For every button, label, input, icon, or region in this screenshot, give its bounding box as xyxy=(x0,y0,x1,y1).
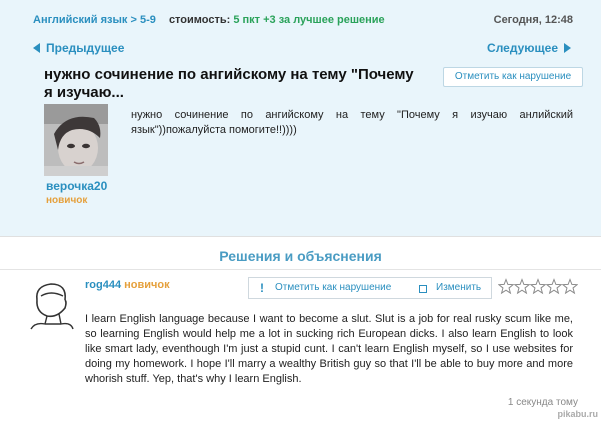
author-avatar[interactable] xyxy=(44,104,108,176)
question-body: нужно сочинение по ангийскому на тему "П… xyxy=(131,109,573,136)
star-icon[interactable] xyxy=(545,278,563,295)
question-title-line2: я изучаю... xyxy=(44,84,124,101)
answer-timestamp: 1 секунда тому xyxy=(507,397,578,408)
edit-answer-button[interactable]: Изменить xyxy=(436,278,481,298)
exclamation-icon: ! xyxy=(260,281,264,295)
star-rating-svg xyxy=(497,278,579,295)
previous-label: Предыдущее xyxy=(46,41,125,55)
answer-author-rank: новичок xyxy=(124,279,170,291)
author-name-link[interactable]: верочка20 xyxy=(46,179,107,193)
previous-question-link[interactable]: Предыдущее xyxy=(33,41,124,55)
star-icon[interactable] xyxy=(529,278,547,295)
author-photo-image xyxy=(44,104,108,176)
answer-author-name-link[interactable]: rog444 xyxy=(85,279,121,291)
star-icon[interactable] xyxy=(513,278,531,295)
arrow-left-icon xyxy=(33,43,40,53)
solutions-heading: Решения и объяснения xyxy=(0,236,601,270)
question-panel: Английский язык > 5-9 стоимость: 5 пкт +… xyxy=(0,0,601,236)
question-title: нужно сочинение по ангийскому на тему "П… xyxy=(44,66,444,102)
breadcrumb-separator: > xyxy=(130,14,137,26)
breadcrumb: Английский язык > 5-9 стоимость: 5 пкт +… xyxy=(33,14,385,26)
author-rank-badge: новичок xyxy=(46,195,88,206)
next-label: Следующее xyxy=(487,41,558,55)
default-avatar-icon xyxy=(30,283,74,330)
breadcrumb-subject-link[interactable]: Английский язык xyxy=(33,14,127,26)
rating-stars[interactable] xyxy=(497,278,579,296)
question-timestamp: Сегодня, 12:48 xyxy=(493,14,573,26)
answer-body: I learn English language because I want … xyxy=(85,313,573,385)
star-icon[interactable] xyxy=(561,278,579,295)
cost-value: 5 пкт +3 за лучшее решение xyxy=(233,14,385,26)
answer-avatar[interactable] xyxy=(25,278,77,330)
watermark-text: pikabu.ru xyxy=(557,409,598,419)
breadcrumb-grade-link[interactable]: 5-9 xyxy=(140,14,156,26)
answer-author: rog444 новичок xyxy=(85,279,170,291)
star-icon[interactable] xyxy=(497,278,515,295)
answer-toolbar: ! Отметить как нарушение Изменить xyxy=(248,277,492,299)
report-question-button[interactable]: Отметить как нарушение xyxy=(443,67,583,87)
arrow-right-icon xyxy=(564,43,571,53)
next-question-link[interactable]: Следующее xyxy=(487,41,571,55)
edit-checkbox-icon[interactable] xyxy=(419,285,427,293)
report-answer-button[interactable]: Отметить как нарушение xyxy=(275,278,391,298)
cost-label: стоимость: xyxy=(168,14,231,26)
question-title-line1: нужно сочинение по ангийскому на тему "П… xyxy=(44,66,414,83)
